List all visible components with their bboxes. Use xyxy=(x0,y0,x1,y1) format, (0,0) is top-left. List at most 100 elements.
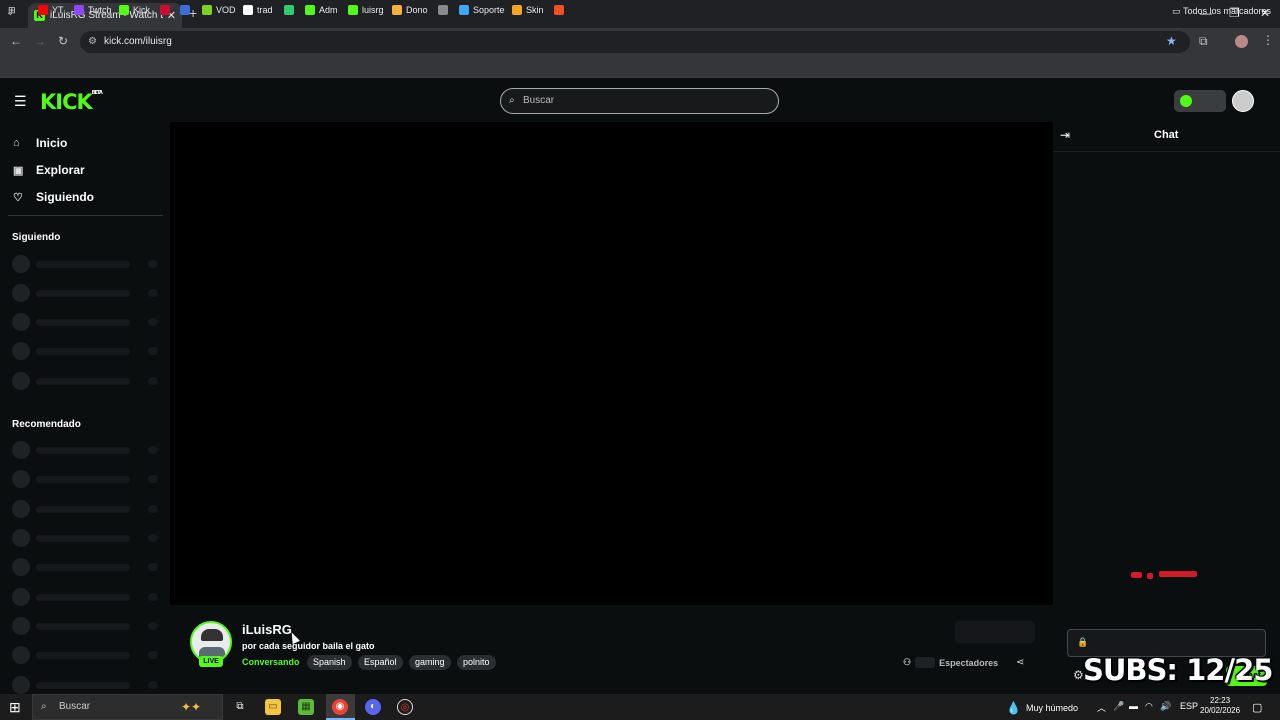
weather-drop-icon: 💧 xyxy=(1006,701,1021,715)
lock-icon: 🔒 xyxy=(1077,637,1089,647)
taskbar-search-placeholder: Buscar xyxy=(59,701,91,712)
nav-explorar[interactable]: ▣ Explorar xyxy=(13,163,85,177)
taskbar-search[interactable]: ⌕ Buscar ✦✦ xyxy=(32,694,223,720)
minecraft-icon[interactable]: ▦ xyxy=(298,699,314,715)
user-avatar[interactable] xyxy=(1232,90,1254,112)
bookmark-label: Kick xyxy=(133,5,151,15)
back-icon[interactable]: ← xyxy=(10,34,22,48)
stream-tag[interactable]: polnito xyxy=(457,655,496,670)
forward-icon[interactable]: → xyxy=(34,34,46,48)
language-indicator[interactable]: ESP xyxy=(1180,701,1198,711)
heart-icon: ♡ xyxy=(13,191,23,204)
channel-skeleton-loader xyxy=(12,342,162,360)
bookmark-favicon-icon xyxy=(512,5,522,15)
stream-tag[interactable]: Spanish xyxy=(307,655,352,670)
channel-skeleton-loader xyxy=(12,255,162,273)
menu-hamburger-icon[interactable]: ☰ xyxy=(14,93,27,110)
extensions-icon[interactable]: ⧉ xyxy=(1199,34,1208,49)
bookmark-star-icon[interactable]: ★ xyxy=(1166,34,1177,48)
volume-icon[interactable]: 🔊 xyxy=(1160,701,1171,712)
windows-start-icon[interactable]: ⊞ xyxy=(9,699,21,716)
nav-label: Siguiendo xyxy=(36,190,94,204)
bookmark-item[interactable]: YT xyxy=(38,5,64,15)
stream-title: por cada seguidor baila el gato xyxy=(242,641,375,651)
tray-expand-icon[interactable]: ︿ xyxy=(1097,701,1106,714)
bookmark-item[interactable]: Soporte xyxy=(459,5,505,15)
url-bar[interactable]: ⚙ kick.com/iluisrg xyxy=(80,31,1190,53)
live-badge: LIVE xyxy=(199,656,223,667)
subs-goal-overlay: SUBS: 12/25 xyxy=(1083,653,1273,687)
all-bookmarks-folder[interactable]: ▭ Todos los marcadores xyxy=(1172,6,1271,17)
file-explorer-icon[interactable]: ▭ xyxy=(265,699,281,715)
bookmark-item[interactable] xyxy=(160,5,174,15)
bookmark-favicon-icon xyxy=(554,5,564,15)
share-icon[interactable]: ⋖ xyxy=(1016,657,1024,668)
notifications-icon[interactable]: ▢ xyxy=(1252,701,1262,714)
bookmark-favicon-icon xyxy=(243,5,253,15)
recommended-heading: Recomendado xyxy=(12,419,81,430)
reload-icon[interactable]: ↻ xyxy=(58,34,68,48)
bookmark-item[interactable]: Twtch xyxy=(74,5,112,15)
profile-avatar[interactable] xyxy=(1235,35,1248,48)
red-overlay-graphic xyxy=(1131,571,1197,579)
nav-label: Inicio xyxy=(36,136,68,150)
following-heading: Siguiendo xyxy=(12,232,61,243)
bookmark-label: Skin xyxy=(526,5,544,15)
apps-grid-icon[interactable]: ⊞ xyxy=(8,5,16,16)
bookmark-item[interactable] xyxy=(284,5,298,15)
bookmark-item[interactable]: VOD xyxy=(202,5,236,15)
site-search-input[interactable]: ⌕ Buscar xyxy=(500,88,779,114)
all-bookmarks-label: Todos los marcadores xyxy=(1182,6,1271,16)
stream-tag[interactable]: Español xyxy=(358,655,403,670)
channel-skeleton-loader xyxy=(12,529,162,547)
device-icon[interactable]: ▬ xyxy=(1129,701,1138,711)
search-icon: ⌕ xyxy=(509,95,515,106)
chrome-icon[interactable]: ◉ xyxy=(332,699,348,715)
nav-label: Explorar xyxy=(36,163,85,177)
channel-name[interactable]: iLuisRG xyxy=(242,622,292,637)
bookmark-item[interactable] xyxy=(180,5,194,15)
site-info-icon[interactable]: ⚙ xyxy=(88,31,97,53)
bookmark-item[interactable] xyxy=(438,5,452,15)
bookmark-favicon-icon xyxy=(180,5,190,15)
clock-time: 22:23 xyxy=(1210,696,1231,705)
viewer-count-placeholder xyxy=(915,657,936,668)
bookmark-item[interactable]: trad xyxy=(243,5,273,15)
kick-logo[interactable]: KICKBETA xyxy=(40,90,103,114)
kick-coin-icon xyxy=(1180,95,1192,107)
stream-tag[interactable]: gaming xyxy=(409,655,451,670)
bookmark-favicon-icon xyxy=(284,5,294,15)
menu-dots-icon[interactable]: ⋮ xyxy=(1262,33,1274,47)
discord-icon[interactable]: ◐ xyxy=(365,699,381,715)
viewers-label: Espectadores xyxy=(939,657,999,668)
channel-skeleton-loader xyxy=(12,500,162,518)
sparkle-icon: ✦✦ xyxy=(181,700,202,714)
nav-siguiendo[interactable]: ♡ Siguiendo xyxy=(13,190,94,204)
bookmark-item[interactable] xyxy=(554,5,568,15)
network-icon[interactable]: ◠ xyxy=(1145,701,1153,712)
nav-inicio[interactable]: ⌂ Inicio xyxy=(13,136,67,150)
collapse-chat-icon[interactable]: ⇥ xyxy=(1060,128,1070,142)
bookmark-item[interactable]: Skin xyxy=(512,5,544,15)
channel-skeleton-loader xyxy=(12,284,162,302)
kick-wallet-button[interactable] xyxy=(1174,90,1226,112)
channel-skeleton-loader xyxy=(12,676,162,694)
logo-text: KICK xyxy=(40,90,93,114)
bookmark-favicon-icon xyxy=(38,5,48,15)
bookmark-label: VOD xyxy=(216,5,236,15)
clock[interactable]: 22:23 20/02/2026 xyxy=(1200,696,1240,716)
task-view-icon[interactable]: ⧉ xyxy=(232,699,248,715)
weather-widget[interactable]: 💧 Muy húmedo xyxy=(1006,701,1078,715)
bookmark-label: Adm xyxy=(319,5,338,15)
bookmark-item[interactable]: Adm xyxy=(305,5,338,15)
microphone-icon[interactable]: 🎤 xyxy=(1113,701,1124,712)
bookmark-favicon-icon xyxy=(202,5,212,15)
bookmark-item[interactable]: luisrg xyxy=(348,5,384,15)
video-player[interactable] xyxy=(170,122,1053,605)
stream-category[interactable]: Conversando xyxy=(242,657,300,667)
obs-icon[interactable]: ◎ xyxy=(397,699,413,715)
channel-skeleton-loader xyxy=(12,470,162,488)
follow-button-placeholder[interactable] xyxy=(955,621,1035,643)
bookmark-item[interactable]: Kick xyxy=(119,5,150,15)
bookmark-item[interactable]: Dono xyxy=(392,5,428,15)
